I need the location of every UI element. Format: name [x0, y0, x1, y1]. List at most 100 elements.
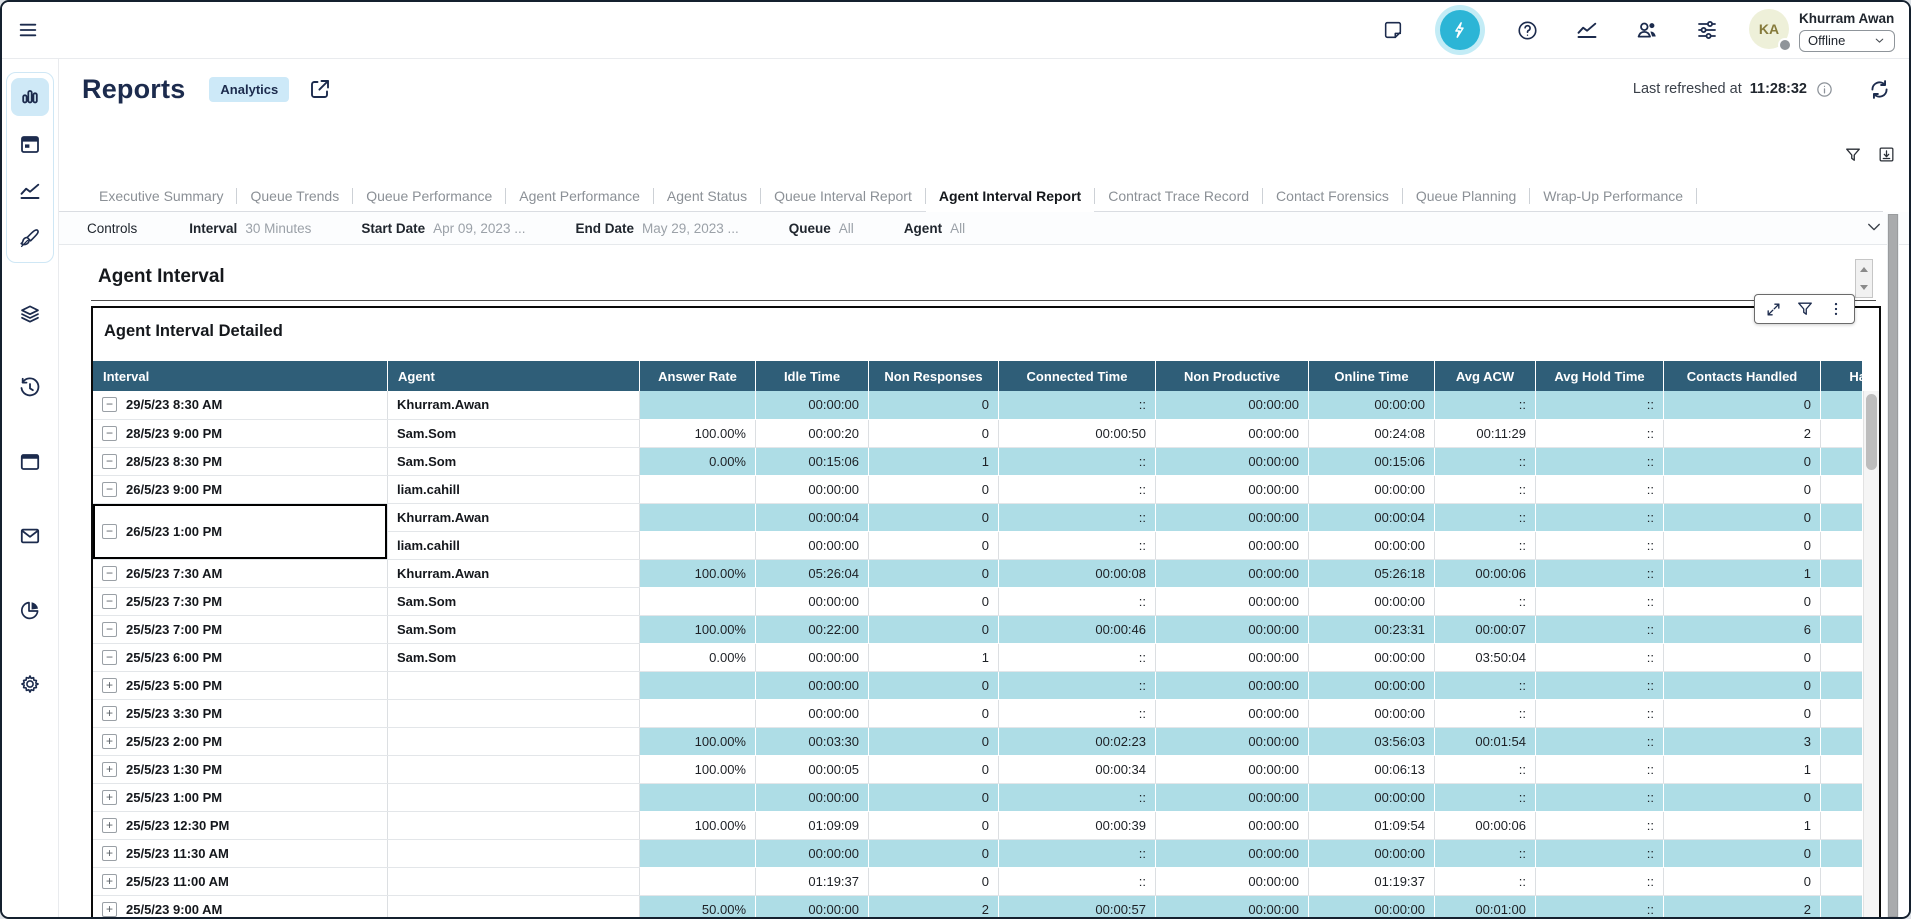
metrics-icon[interactable]	[1575, 18, 1599, 42]
table-cell[interactable]: 100.00%	[640, 615, 756, 643]
table-cell[interactable]: 00:24:08	[1309, 419, 1435, 447]
filter-icon[interactable]	[1843, 145, 1863, 165]
table-cell[interactable]: ::	[1435, 867, 1536, 895]
nav-metrics[interactable]	[11, 172, 49, 210]
table-cell[interactable]: 00:00:00	[1309, 391, 1435, 419]
table-cell[interactable]: 00:00:00	[1156, 419, 1309, 447]
table-cell[interactable]: 0	[1664, 531, 1821, 559]
table-cell[interactable]: 0	[869, 419, 999, 447]
table-cell[interactable]: 0	[1821, 503, 1863, 531]
interval-cell[interactable]: +25/5/23 3:30 PM	[93, 699, 388, 727]
expand-toggle-icon[interactable]: +	[102, 874, 117, 889]
boost-icon[interactable]	[1440, 10, 1480, 50]
control-queue[interactable]: QueueAll	[789, 221, 854, 236]
controls-bar[interactable]: Controls Interval30 MinutesStart DateApr…	[58, 212, 1909, 245]
table-cell[interactable]	[640, 391, 756, 419]
column-header-agent[interactable]: Agent	[388, 361, 640, 391]
table-cell[interactable]: 00:00:00	[1156, 755, 1309, 783]
table-cell[interactable]: 100.00%	[640, 755, 756, 783]
tab-contract-trace-record[interactable]: Contract Trace Record	[1095, 181, 1262, 211]
interval-cell[interactable]: −25/5/23 7:30 PM	[93, 587, 388, 615]
table-cell[interactable]: 00:00:39	[999, 811, 1156, 839]
table-cell[interactable]: 0	[869, 391, 999, 419]
table-cell[interactable]: 0	[869, 587, 999, 615]
table-cell[interactable]	[640, 503, 756, 531]
table-cell[interactable]: 2	[1664, 419, 1821, 447]
table-cell[interactable]: 00:00:00	[756, 699, 869, 727]
table-cell[interactable]: 100.00%	[640, 727, 756, 755]
table-cell[interactable]: ::	[1536, 783, 1664, 811]
table-cell[interactable]: 0	[1821, 699, 1863, 727]
control-interval[interactable]: Interval30 Minutes	[189, 221, 311, 236]
table-cell[interactable]: ::	[1536, 671, 1664, 699]
table-cell[interactable]: 00:00:50	[999, 419, 1156, 447]
table-cell[interactable]: 1	[869, 643, 999, 671]
table-cell[interactable]: 05:26:18	[1309, 559, 1435, 587]
table-cell[interactable]: ::	[1536, 391, 1664, 419]
table-cell[interactable]: 03:56:03	[1309, 727, 1435, 755]
column-header-answer-rate[interactable]: Answer Rate	[640, 361, 756, 391]
expand-toggle-icon[interactable]: +	[102, 734, 117, 749]
table-cell[interactable]: 0	[1664, 839, 1821, 867]
nav-mail[interactable]	[11, 517, 49, 555]
table-cell[interactable]: 00:00:04	[1309, 503, 1435, 531]
table-cell[interactable]: ::	[1536, 699, 1664, 727]
table-cell[interactable]	[640, 475, 756, 503]
collapse-toggle-icon[interactable]: −	[102, 622, 117, 637]
settings-sliders-icon[interactable]	[1695, 18, 1719, 42]
table-cell[interactable]: 0	[869, 783, 999, 811]
scroll-up-button[interactable]	[1856, 260, 1872, 279]
nav-layers[interactable]	[11, 295, 49, 333]
control-end-date[interactable]: End DateMay 29, 2023 ...	[575, 221, 738, 236]
column-header-interval[interactable]: Interval	[93, 361, 388, 391]
table-cell[interactable]: 0	[1664, 783, 1821, 811]
table-cell[interactable]: 0	[1821, 839, 1863, 867]
interval-cell[interactable]: −28/5/23 9:00 PM	[93, 419, 388, 447]
table-cell[interactable]: 00:00:20	[756, 419, 869, 447]
table-cell[interactable]	[640, 699, 756, 727]
tab-agent-status[interactable]: Agent Status	[654, 181, 760, 211]
agent-cell[interactable]	[388, 699, 640, 727]
control-agent[interactable]: AgentAll	[904, 221, 965, 236]
table-cell[interactable]	[640, 783, 756, 811]
table-cell[interactable]: ::	[1536, 447, 1664, 475]
tab-queue-interval-report[interactable]: Queue Interval Report	[761, 181, 925, 211]
table-cell[interactable]: 2	[1821, 419, 1863, 447]
table-cell[interactable]: 00:00:00	[756, 391, 869, 419]
table-cell[interactable]: ::	[1536, 475, 1664, 503]
interval-cell[interactable]: +25/5/23 11:00 AM	[93, 867, 388, 895]
column-header-connected-time[interactable]: Connected Time	[999, 361, 1156, 391]
table-cell[interactable]: 00:00:00	[1309, 587, 1435, 615]
table-cell[interactable]: 0	[869, 531, 999, 559]
collapse-toggle-icon[interactable]: −	[102, 650, 117, 665]
table-cell[interactable]: 00:00:05	[756, 755, 869, 783]
table-cell[interactable]: 0	[869, 475, 999, 503]
agent-cell[interactable]: Khurram.Awan	[388, 391, 640, 419]
agent-cell[interactable]	[388, 783, 640, 811]
users-icon[interactable]	[1635, 18, 1659, 42]
table-cell[interactable]: 00:00:00	[1156, 559, 1309, 587]
table-cell[interactable]: ::	[999, 447, 1156, 475]
agent-cell[interactable]: Sam.Som	[388, 419, 640, 447]
tab-queue-planning[interactable]: Queue Planning	[1403, 181, 1529, 211]
table-cell[interactable]: 00:00:00	[1309, 475, 1435, 503]
agent-cell[interactable]: Sam.Som	[388, 447, 640, 475]
table-cell[interactable]: 0	[1664, 475, 1821, 503]
column-header-non-productive[interactable]: Non Productive	[1156, 361, 1309, 391]
table-cell[interactable]: ::	[1435, 503, 1536, 531]
table-cell[interactable]: 0	[1821, 671, 1863, 699]
table-cell[interactable]: 0	[1664, 671, 1821, 699]
agent-cell[interactable]: liam.cahill	[388, 531, 640, 559]
table-cell[interactable]: 00:00:00	[756, 671, 869, 699]
table-cell[interactable]: ::	[1536, 755, 1664, 783]
table-cell[interactable]: ::	[1536, 839, 1664, 867]
table-cell[interactable]	[640, 531, 756, 559]
table-cell[interactable]: 00:01:00	[1435, 895, 1536, 919]
table-cell[interactable]: 0	[1821, 475, 1863, 503]
table-vertical-scrollbar[interactable]	[1863, 391, 1879, 919]
table-cell[interactable]: ::	[999, 391, 1156, 419]
table-cell[interactable]: 3	[1821, 727, 1863, 755]
table-cell[interactable]: ::	[1435, 755, 1536, 783]
column-header-handled-inbound[interactable]: Handled Inbound	[1821, 361, 1863, 391]
agent-cell[interactable]	[388, 811, 640, 839]
